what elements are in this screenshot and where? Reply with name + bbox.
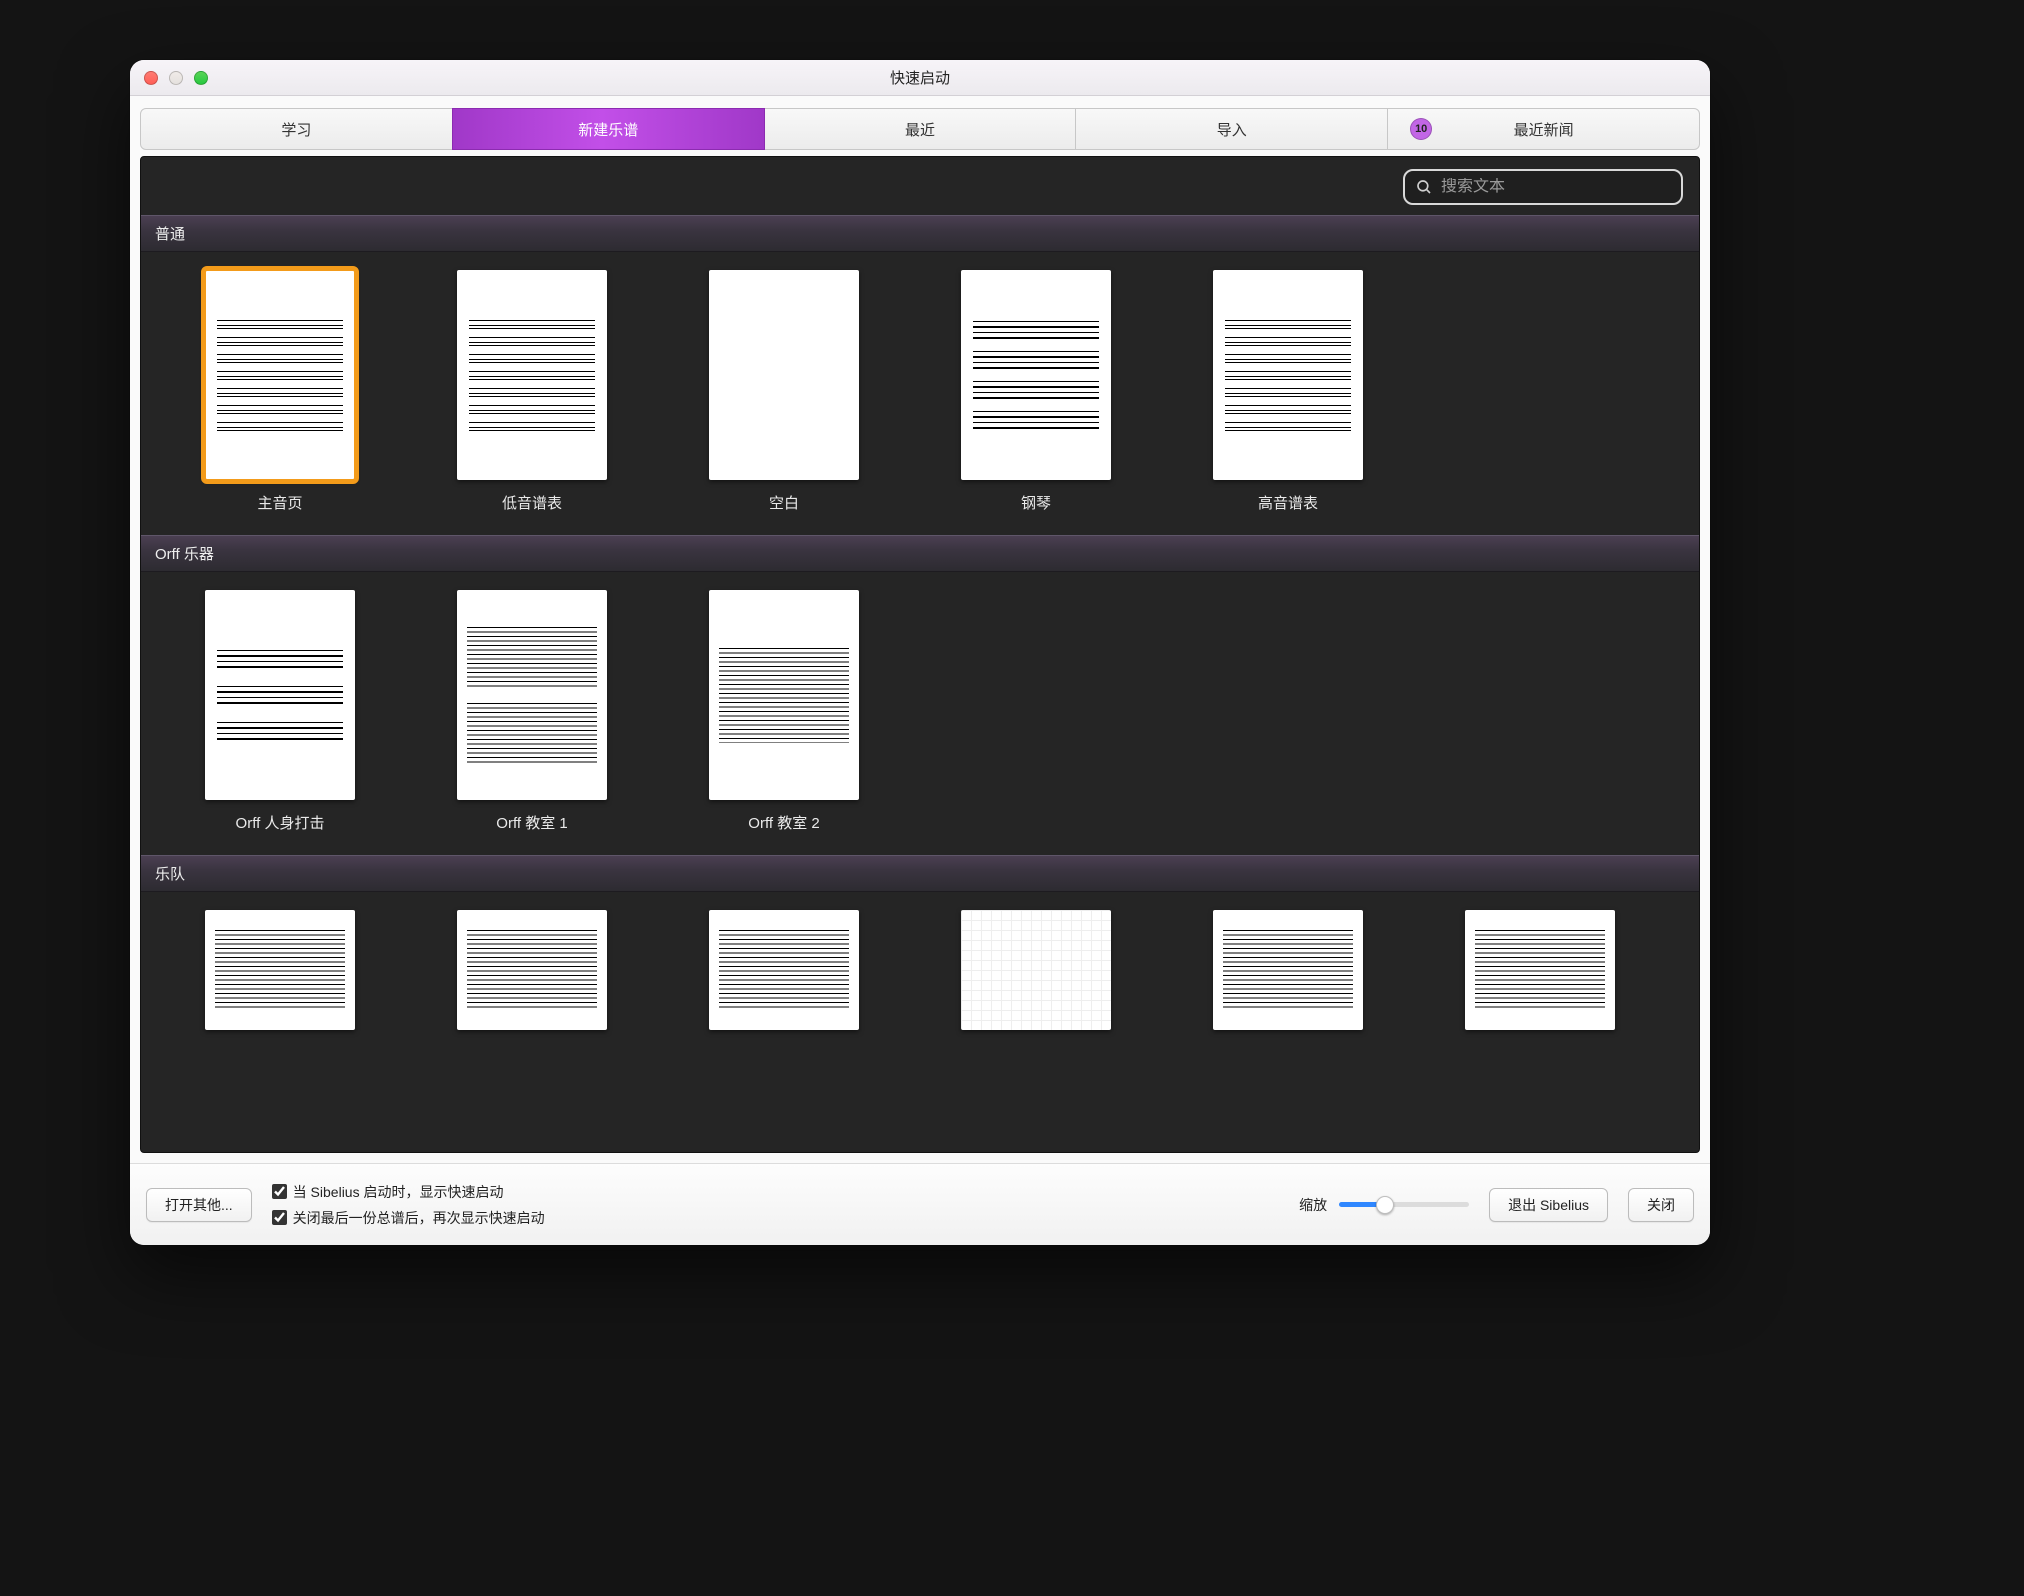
- quick-start-window: 快速启动 学习 新建乐谱 最近 导入 10 最近新闻: [130, 60, 1710, 1245]
- quit-button[interactable]: 退出 Sibelius: [1489, 1188, 1608, 1222]
- tab-news[interactable]: 10 最近新闻: [1387, 108, 1700, 150]
- check-show-on-start[interactable]: 当 Sibelius 启动时，显示快速启动: [272, 1182, 545, 1202]
- zoom-control: 缩放: [1299, 1195, 1469, 1215]
- template-lead-sheet[interactable]: 主音页: [165, 270, 395, 513]
- template-label: Orff 教室 2: [748, 812, 819, 833]
- template-orff-classroom-1[interactable]: Orff 教室 1: [417, 590, 647, 833]
- button-label: 退出 Sibelius: [1508, 1195, 1589, 1215]
- template-label: Orff 人身打击: [236, 812, 325, 833]
- section-orff-grid: Orff 人身打击 Orff 教室 1: [141, 572, 1699, 855]
- template-thumb: [205, 270, 355, 480]
- check-show-after-close[interactable]: 关闭最后一份总谱后，再次显示快速启动: [272, 1208, 545, 1228]
- template-label: 高音谱表: [1258, 492, 1318, 513]
- close-button[interactable]: 关闭: [1628, 1188, 1694, 1222]
- tab-label: 导入: [1217, 119, 1247, 140]
- slider-knob[interactable]: [1376, 1196, 1394, 1214]
- tab-recent[interactable]: 最近: [764, 108, 1077, 150]
- titlebar: 快速启动: [130, 60, 1710, 96]
- template-ensemble-4[interactable]: [921, 910, 1151, 1030]
- section-header-orff: Orff 乐器: [141, 535, 1699, 572]
- tab-new-score[interactable]: 新建乐谱: [452, 108, 765, 150]
- template-thumb: [709, 910, 859, 1030]
- tab-label: 最近: [905, 119, 935, 140]
- template-thumb: [1213, 270, 1363, 480]
- template-piano[interactable]: 钢琴: [921, 270, 1151, 513]
- template-thumb: [457, 910, 607, 1030]
- template-ensemble-2[interactable]: [417, 910, 647, 1030]
- template-thumb: [709, 270, 859, 480]
- slider-track: [1339, 1202, 1469, 1207]
- tab-import[interactable]: 导入: [1075, 108, 1388, 150]
- template-scroll[interactable]: 普通 主音页: [141, 215, 1699, 1152]
- tab-label: 最近新闻: [1514, 119, 1574, 140]
- section-header-ensemble: 乐队: [141, 855, 1699, 892]
- tabs: 学习 新建乐谱 最近 导入 10 最近新闻: [130, 96, 1710, 150]
- template-label: 主音页: [257, 492, 302, 513]
- zoom-label: 缩放: [1299, 1195, 1327, 1215]
- launch-options: 当 Sibelius 启动时，显示快速启动 关闭最后一份总谱后，再次显示快速启动: [272, 1182, 545, 1228]
- template-blank[interactable]: 空白: [669, 270, 899, 513]
- zoom-slider[interactable]: [1339, 1195, 1469, 1215]
- template-thumb: [1213, 910, 1363, 1030]
- template-thumb: [457, 590, 607, 800]
- button-label: 关闭: [1647, 1195, 1675, 1215]
- section-common-grid: 主音页 低音谱表 空白: [141, 252, 1699, 535]
- button-label: 打开其他...: [165, 1195, 233, 1215]
- checkbox-icon[interactable]: [272, 1184, 287, 1199]
- template-bass-staff[interactable]: 低音谱表: [417, 270, 647, 513]
- window-title: 快速启动: [130, 67, 1710, 88]
- tab-label: 学习: [281, 119, 311, 140]
- template-label: 空白: [769, 492, 799, 513]
- template-orff-body-percussion[interactable]: Orff 人身打击: [165, 590, 395, 833]
- template-thumb: [205, 910, 355, 1030]
- template-thumb: [961, 270, 1111, 480]
- template-orff-classroom-2[interactable]: Orff 教室 2: [669, 590, 899, 833]
- template-thumb: [457, 270, 607, 480]
- template-ensemble-1[interactable]: [165, 910, 395, 1030]
- template-label: 钢琴: [1021, 492, 1051, 513]
- bottom-bar: 打开其他... 当 Sibelius 启动时，显示快速启动 关闭最后一份总谱后，…: [130, 1163, 1710, 1245]
- template-label: Orff 教室 1: [496, 812, 567, 833]
- template-ensemble-3[interactable]: [669, 910, 899, 1030]
- template-thumb: [1465, 910, 1615, 1030]
- news-badge: 10: [1410, 118, 1432, 140]
- template-thumb: [205, 590, 355, 800]
- template-label: 低音谱表: [502, 492, 562, 513]
- template-thumb: [709, 590, 859, 800]
- tab-learn[interactable]: 学习: [140, 108, 453, 150]
- search-field[interactable]: [1403, 169, 1683, 205]
- template-treble-staff[interactable]: 高音谱表: [1173, 270, 1403, 513]
- template-thumb: [961, 910, 1111, 1030]
- checkbox-label: 当 Sibelius 启动时，显示快速启动: [293, 1182, 504, 1202]
- section-header-common: 普通: [141, 215, 1699, 252]
- checkbox-label: 关闭最后一份总谱后，再次显示快速启动: [293, 1208, 545, 1228]
- section-ensemble-grid: [141, 892, 1699, 1030]
- search-input[interactable]: [1441, 178, 1671, 196]
- tab-label: 新建乐谱: [578, 119, 638, 140]
- open-other-button[interactable]: 打开其他...: [146, 1188, 252, 1222]
- search-icon: [1415, 178, 1433, 196]
- search-row: [141, 157, 1699, 215]
- content-area: 普通 主音页: [140, 156, 1700, 1153]
- template-ensemble-6[interactable]: [1425, 910, 1655, 1030]
- checkbox-icon[interactable]: [272, 1210, 287, 1225]
- template-ensemble-5[interactable]: [1173, 910, 1403, 1030]
